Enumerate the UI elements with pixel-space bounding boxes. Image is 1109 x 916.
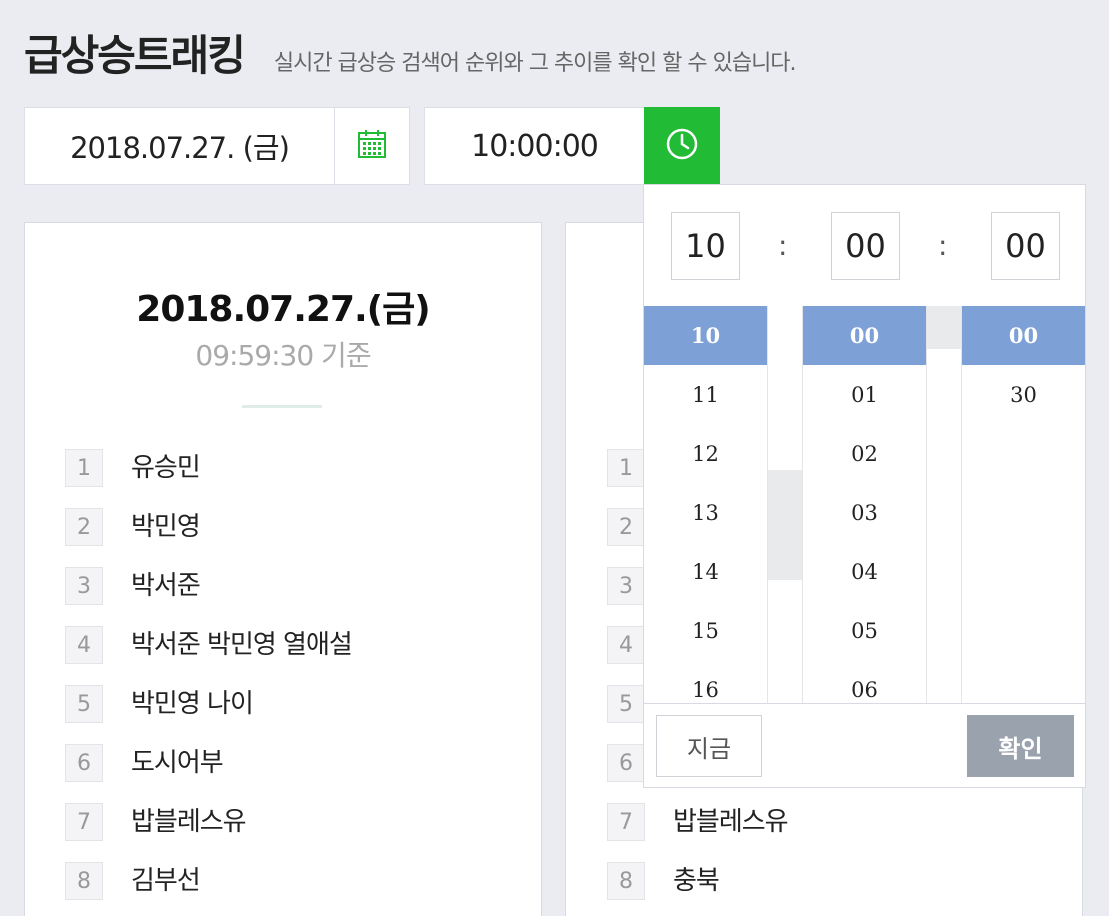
second-column[interactable]: 00 30 [962, 306, 1085, 703]
rank-keyword[interactable]: 유승민 [131, 449, 201, 487]
minute-option[interactable]: 01 [803, 365, 926, 424]
hour-scrollbar[interactable] [767, 306, 803, 703]
rank-keyword[interactable]: 충북 [673, 862, 720, 900]
rank-number: 6 [607, 744, 645, 782]
now-button[interactable]: 지금 [656, 715, 762, 777]
hour-scroll-thumb[interactable] [768, 470, 802, 580]
rank-number: 4 [607, 626, 645, 664]
rank-keyword[interactable]: 박서준 박민영 열애설 [131, 626, 353, 664]
rank-number: 3 [65, 567, 103, 605]
rank-item: 7 밥블레스유 [65, 803, 352, 862]
time-separator: : [778, 229, 788, 262]
rank-item: 6 도시어부 [65, 744, 352, 803]
rank-keyword[interactable]: 박서준 [131, 567, 201, 605]
page-subtitle: 실시간 급상승 검색어 순위와 그 추이를 확인 할 수 있습니다. [273, 51, 797, 76]
hour-option[interactable]: 15 [644, 601, 767, 660]
card-date: 2018.07.27.(금) [136, 289, 430, 330]
second-input[interactable]: 00 [991, 212, 1060, 280]
rank-number: 7 [607, 803, 645, 841]
clock-icon [664, 126, 700, 166]
rank-item: 3 박서준 [65, 567, 352, 626]
second-option[interactable]: 30 [962, 365, 1085, 424]
rank-number: 1 [607, 449, 645, 487]
rank-item: 4 박서준 박민영 열애설 [65, 626, 353, 685]
hour-option[interactable]: 11 [644, 365, 767, 424]
minute-input[interactable]: 00 [831, 212, 900, 280]
hour-option[interactable]: 13 [644, 483, 767, 542]
rank-item: 7 밥블레스유 [607, 803, 789, 862]
time-picker-popup: 10 : 00 : 00 10 11 12 13 14 15 16 00 01 … [643, 184, 1086, 788]
minute-option[interactable]: 06 [803, 660, 926, 703]
hour-input[interactable]: 10 [671, 212, 740, 280]
date-selector[interactable]: 2018.07.27. (금) [24, 107, 410, 185]
calendar-button[interactable] [334, 108, 409, 184]
time-selector[interactable]: 10:00:00 [424, 107, 720, 185]
hour-option[interactable]: 10 [644, 306, 767, 365]
rank-number: 2 [607, 508, 645, 546]
calendar-icon [355, 127, 389, 165]
rank-number: 3 [607, 567, 645, 605]
rank-keyword[interactable]: 밥블레스유 [131, 803, 247, 841]
rank-number: 5 [65, 685, 103, 723]
card-basis-time: 09:59:30 기준 [195, 339, 371, 372]
rank-keyword[interactable]: 박민영 [131, 508, 201, 546]
rank-item: 5 박민영 나이 [65, 685, 352, 744]
clock-button[interactable] [644, 107, 720, 185]
page-title: 급상승트래킹 [24, 31, 246, 80]
rank-keyword[interactable]: 밥블레스유 [673, 803, 789, 841]
rank-item: 1 유승민 [65, 449, 352, 508]
minute-scroll-thumb[interactable] [927, 306, 961, 349]
rank-item: 8 충북 [607, 862, 788, 916]
rank-number: 8 [65, 862, 103, 900]
time-picker-header: 10 : 00 : 00 [644, 185, 1085, 306]
rank-number: 4 [65, 626, 103, 664]
minute-option[interactable]: 05 [803, 601, 926, 660]
rank-keyword[interactable]: 김부선 [131, 862, 201, 900]
rank-number: 1 [65, 449, 103, 487]
rank-item: 8 김부선 [65, 862, 352, 916]
second-option[interactable]: 00 [962, 306, 1085, 365]
minute-option[interactable]: 00 [803, 306, 926, 365]
time-separator: : [938, 229, 948, 262]
minute-option[interactable]: 03 [803, 483, 926, 542]
rank-item: 2 박민영 [65, 508, 352, 567]
page-header: 급상승트래킹 실시간 급상승 검색어 순위와 그 추이를 확인 할 수 있습니다… [24, 22, 797, 83]
minute-scrollbar[interactable] [926, 306, 962, 703]
hour-option[interactable]: 16 [644, 660, 767, 703]
time-picker-footer: 지금 확인 [644, 703, 1085, 788]
rank-number: 2 [65, 508, 103, 546]
rank-number: 8 [607, 862, 645, 900]
date-field[interactable]: 2018.07.27. (금) [25, 108, 334, 184]
hour-option[interactable]: 12 [644, 424, 767, 483]
minute-option[interactable]: 02 [803, 424, 926, 483]
rank-number: 6 [65, 744, 103, 782]
rank-number: 7 [65, 803, 103, 841]
minute-column[interactable]: 00 01 02 03 04 05 06 [803, 306, 926, 703]
card-divider [242, 405, 322, 408]
hour-column[interactable]: 10 11 12 13 14 15 16 [644, 306, 767, 703]
time-field[interactable]: 10:00:00 [425, 108, 644, 184]
rank-list-left: 1 유승민 2 박민영 3 박서준 4 박서준 박민영 열애설 5 박민영 나이… [65, 449, 353, 916]
hour-option[interactable]: 14 [644, 542, 767, 601]
rank-keyword[interactable]: 도시어부 [131, 744, 224, 782]
minute-option[interactable]: 04 [803, 542, 926, 601]
rank-number: 5 [607, 685, 645, 723]
rank-keyword[interactable]: 박민영 나이 [131, 685, 254, 723]
confirm-button[interactable]: 확인 [967, 715, 1074, 777]
